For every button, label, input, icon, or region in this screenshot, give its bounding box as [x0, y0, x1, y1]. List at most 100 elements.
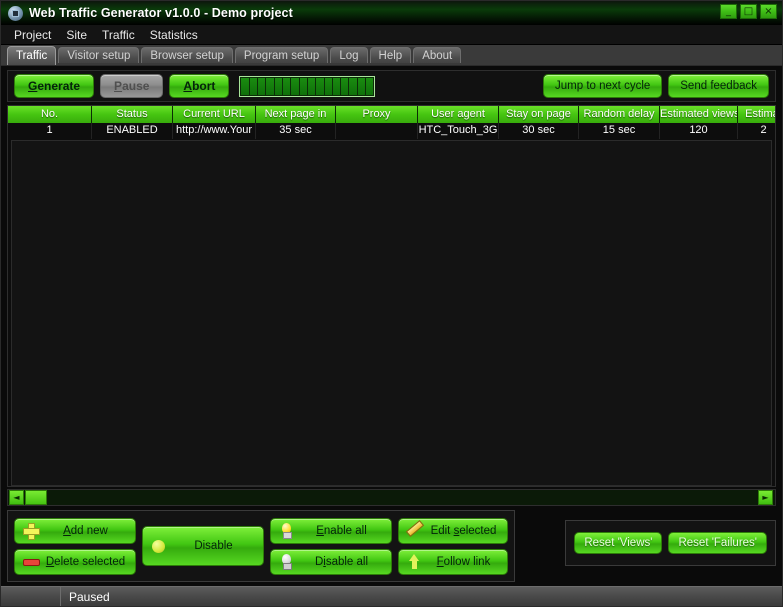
toolbar-right-group: Jump to next cycle Send feedback — [543, 74, 769, 98]
table-cell[interactable]: 35 sec — [256, 123, 336, 139]
table-column-header[interactable]: Stay on page — [499, 106, 579, 123]
progress-segment — [349, 77, 357, 95]
item-actions-panel: Add new Delete selected Disable Enable a… — [7, 510, 515, 582]
application-window: Web Traffic Generator v1.0.0 - Demo proj… — [0, 0, 783, 607]
tab-about[interactable]: About — [413, 47, 462, 65]
generate-button[interactable]: Generate — [14, 74, 95, 98]
tab-panel-traffic: Generate Pause Abort Jump to next cycle … — [1, 65, 782, 586]
table-column-header[interactable]: Current URL — [173, 106, 256, 123]
table-cell[interactable]: ENABLED — [92, 123, 173, 139]
table-cell[interactable]: 2 — [738, 123, 775, 139]
progress-segment — [241, 77, 249, 95]
menu-item-project[interactable]: Project — [7, 26, 59, 44]
status-bar-panel-1 — [1, 587, 61, 606]
circle-indicator-icon — [151, 539, 166, 554]
table-column-header[interactable]: Estimat — [738, 106, 775, 123]
reset-counters-panel: Reset 'Views' Reset 'Failures' — [565, 520, 776, 566]
enable-all-button[interactable]: Enable all — [270, 517, 392, 544]
table-cell[interactable]: HTC_Touch_3G — [418, 123, 499, 139]
jump-to-next-cycle-button[interactable]: Jump to next cycle — [543, 74, 663, 98]
delete-selected-button[interactable]: Delete selected — [14, 548, 136, 575]
horizontal-scrollbar[interactable]: ◄ ► — [7, 489, 776, 506]
table-column-header[interactable]: Random delay — [579, 106, 660, 123]
pause-label-rest: ause — [122, 79, 150, 93]
progress-segment — [332, 77, 341, 95]
pause-button[interactable]: Pause — [100, 74, 164, 98]
table-column-header[interactable]: Next page in — [256, 106, 336, 123]
disable-all-label: Disable all — [314, 555, 369, 568]
enable-all-label: Enable all — [316, 524, 367, 537]
progress-segment — [274, 77, 282, 95]
table-cell[interactable]: http://www.Your — [173, 123, 256, 139]
abort-button[interactable]: Abort — [169, 74, 230, 98]
add-new-accel: A — [63, 524, 71, 537]
disable-label: Disable — [194, 540, 233, 552]
edit-selected-button[interactable]: Edit selected — [398, 517, 508, 544]
follow-link-button[interactable]: Follow link — [398, 548, 508, 575]
table-cell[interactable]: 30 sec — [499, 123, 579, 139]
pencil-icon — [407, 523, 422, 538]
abort-label-rest: bort — [192, 79, 216, 93]
delete-selected-accel: D — [45, 555, 55, 568]
table-row[interactable]: 1 ENABLED http://www.Your 35 sec HTC_Touch_3… — [8, 123, 775, 139]
disable-group: Disable — [142, 526, 264, 566]
tab-visitor-setup[interactable]: Visitor setup — [58, 47, 140, 65]
reset-failures-button[interactable]: Reset 'Failures' — [668, 532, 767, 554]
minimize-icon[interactable]: _ — [720, 4, 737, 19]
progress-segment — [282, 77, 291, 95]
progress-segment — [357, 77, 366, 95]
abort-accel: A — [183, 79, 193, 93]
reset-views-button[interactable]: Reset 'Views' — [574, 532, 663, 554]
close-icon[interactable]: × — [760, 4, 777, 19]
tab-log[interactable]: Log — [330, 47, 368, 65]
arrow-up-icon — [407, 554, 422, 569]
menu-item-statistics[interactable]: Statistics — [143, 26, 206, 44]
tab-browser-setup[interactable]: Browser setup — [141, 47, 233, 65]
table-header-row: No. Status Current URL Next page in Proxy Use… — [8, 106, 775, 123]
table-column-header[interactable]: Estimated views/ — [660, 106, 738, 123]
tab-help[interactable]: Help — [369, 47, 412, 65]
status-bar: Paused — [1, 586, 782, 606]
table-column-header[interactable]: User agent — [418, 106, 499, 123]
add-new-label: Add new — [63, 524, 108, 537]
scrollbar-thumb[interactable] — [25, 490, 47, 505]
add-new-button[interactable]: Add new — [14, 517, 136, 544]
delete-selected-label: Delete selected — [45, 555, 126, 568]
menu-item-site[interactable]: Site — [59, 26, 95, 44]
window-controls: _ □ × — [720, 4, 777, 19]
progress-segment — [307, 77, 316, 95]
activity-progress-bar — [239, 75, 376, 97]
scroll-right-arrow-icon[interactable]: ► — [758, 490, 773, 505]
progress-segment — [291, 77, 299, 95]
progress-segment — [316, 77, 324, 95]
disable-button[interactable]: Disable — [142, 526, 264, 566]
table-column-header[interactable]: Proxy — [336, 106, 418, 123]
menu-bar: Project Site Traffic Statistics — [1, 25, 782, 45]
traffic-table: No. Status Current URL Next page in Proxy Use… — [7, 105, 776, 487]
send-feedback-button[interactable]: Send feedback — [668, 74, 769, 98]
progress-segment — [266, 77, 274, 95]
disable-all-button[interactable]: Disable all — [270, 548, 392, 575]
menu-item-traffic[interactable]: Traffic — [95, 26, 143, 44]
enable-disable-all-group: Enable all Disable all — [270, 517, 392, 575]
progress-segment — [341, 77, 349, 95]
edit-selected-label: Edit selected — [430, 524, 497, 537]
table-column-header[interactable]: Status — [92, 106, 173, 123]
maximize-icon[interactable]: □ — [740, 4, 757, 19]
table-cell[interactable]: 15 sec — [579, 123, 660, 139]
progress-segment — [249, 77, 258, 95]
table-cell[interactable] — [336, 123, 418, 139]
table-cell[interactable]: 1 — [8, 123, 92, 139]
table-column-header[interactable]: No. — [8, 106, 92, 123]
run-control-toolbar: Generate Pause Abort Jump to next cycle … — [7, 70, 776, 102]
lightbulb-off-icon — [279, 554, 294, 570]
scroll-left-arrow-icon[interactable]: ◄ — [9, 490, 24, 505]
progress-segment — [299, 77, 307, 95]
action-button-area: Add new Delete selected Disable Enable a… — [7, 510, 776, 582]
table-empty-area[interactable] — [11, 140, 772, 486]
tab-program-setup[interactable]: Program setup — [234, 47, 329, 65]
tab-traffic[interactable]: Traffic — [7, 46, 57, 65]
app-window-icon — [8, 5, 23, 21]
table-cell[interactable]: 120 — [660, 123, 738, 139]
tab-bar: Traffic Visitor setup Browser setup Prog… — [1, 45, 782, 65]
